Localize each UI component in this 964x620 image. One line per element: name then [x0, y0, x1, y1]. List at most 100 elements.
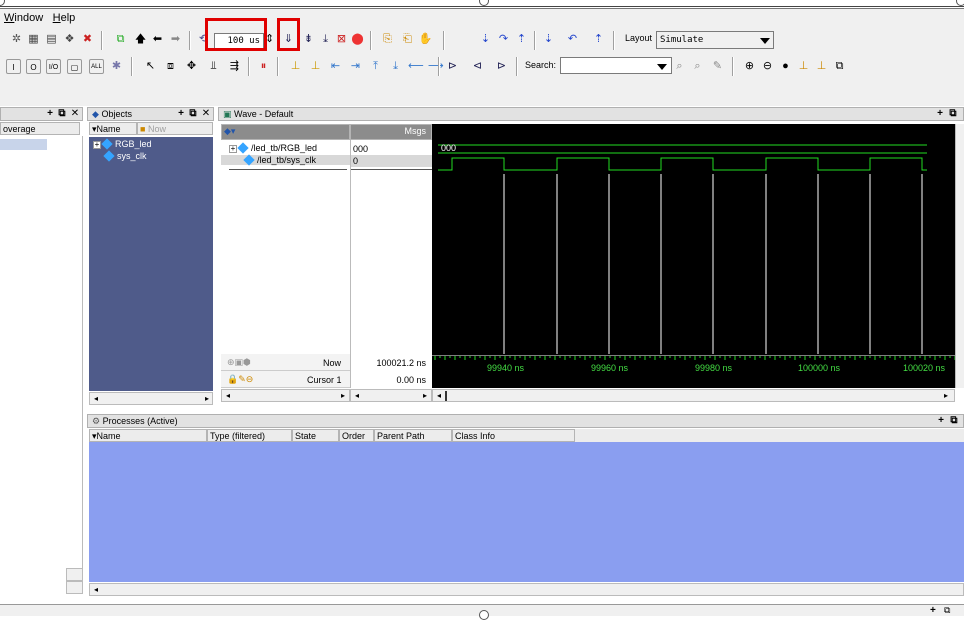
now-icons[interactable]: ⊕▣⬢	[227, 357, 251, 368]
step-into-icon[interactable]: ⇣	[478, 32, 493, 47]
objects-now-column-header[interactable]: ■ Now	[137, 122, 213, 135]
wave-canvas[interactable]: 000	[432, 140, 955, 354]
search-input[interactable]	[560, 57, 672, 74]
inout-port-icon[interactable]: I/O	[46, 59, 61, 74]
wave-msgs-header[interactable]: Msgs	[350, 124, 432, 140]
dataflow-icon[interactable]: ▦	[26, 32, 41, 47]
zoom-out-icon[interactable]: ⊖	[760, 59, 775, 74]
scroll-right-icon[interactable]: ▸	[202, 394, 212, 404]
step-back-icon[interactable]: ⇣	[541, 32, 556, 47]
prev-transition-icon[interactable]: ⤒	[368, 59, 383, 74]
bottom-pane-dock-icon[interactable]: +	[930, 605, 936, 616]
processes-pane-undock-icon[interactable]: ⧉	[949, 415, 959, 427]
internal-signal-icon[interactable]: ▢	[67, 59, 82, 74]
break-icon[interactable]: ⊠	[334, 32, 349, 47]
objects-hscroll[interactable]: ◂ ▸	[89, 392, 213, 405]
delta-icon[interactable]: ⊳	[494, 59, 509, 74]
objects-pane-dock-icon[interactable]: +	[176, 108, 186, 120]
coverage-column-header[interactable]: overage	[0, 122, 80, 135]
wave-vscroll[interactable]	[955, 124, 964, 388]
delete-cursor-icon[interactable]: ⊥	[308, 59, 323, 74]
wave-signal-sys-clk[interactable]: /led_tb/sys_clk	[221, 154, 350, 166]
processes-col-state[interactable]: State	[292, 429, 339, 442]
all-signals-icon[interactable]: ALL	[89, 59, 104, 74]
up-arrow-icon[interactable]: 🡅	[133, 32, 148, 47]
memory-icon[interactable]: ❖	[62, 32, 77, 47]
scroll-left-icon[interactable]: ◂	[223, 391, 233, 401]
scroll-right-icon[interactable]: ▸	[941, 391, 951, 401]
processes-col-type[interactable]: Type (filtered)	[207, 429, 292, 442]
collapse-time-icon[interactable]: ⊲	[470, 59, 485, 74]
edit-mode-icon[interactable]: ⫫	[206, 59, 221, 74]
wave-timeline[interactable]: 99940 ns 99960 ns 99980 ns 100000 ns 100…	[432, 354, 955, 388]
object-item-rgb-led[interactable]: + RGB_led	[93, 138, 152, 151]
compile-icon[interactable]: ⧉	[113, 32, 128, 47]
processes-col-name[interactable]: ▾Name	[89, 429, 207, 442]
step-over-arrow-icon[interactable]: ↷	[496, 32, 511, 47]
stop-icon[interactable]: ⬤	[350, 32, 365, 47]
resize-handle-top-right[interactable]	[956, 0, 964, 6]
prev-falling-icon[interactable]: ⟵	[408, 59, 424, 74]
scroll-thumb[interactable]	[445, 391, 447, 401]
pan-icon[interactable]: ✥	[184, 59, 199, 74]
wave-values-hscroll[interactable]: ◂ ▸	[350, 389, 432, 402]
wave-signal-rgb-led[interactable]: +/led_tb/RGB_led	[229, 142, 317, 154]
processes-col-class-info[interactable]: Class Info	[452, 429, 575, 442]
left-pane-selection[interactable]	[0, 139, 47, 150]
search-options-icon[interactable]: ✎	[710, 59, 725, 74]
step-icon[interactable]: ⎘	[380, 32, 395, 47]
forward-arrow-icon[interactable]: ➡	[168, 32, 183, 47]
menu-window[interactable]: Window	[0, 9, 46, 24]
cursor-lock-icon[interactable]: 🔒✎⊖	[227, 374, 253, 385]
wave-names-header[interactable]: ◆▾	[221, 124, 350, 140]
objects-name-column-header[interactable]: ▾Name	[89, 122, 137, 135]
wave-pane-dock-icon[interactable]: +	[935, 108, 945, 120]
next-falling-icon[interactable]: ⟶	[428, 59, 444, 74]
scroll-left-icon[interactable]: ◂	[91, 394, 101, 404]
search-next-icon[interactable]: ⌕	[690, 59, 705, 74]
left-pane-close-icon[interactable]: ✕	[70, 108, 80, 120]
zoom-between-cursors-icon[interactable]: ⊥	[814, 59, 829, 74]
processes-col-parent-path[interactable]: Parent Path	[374, 429, 452, 442]
objects-pane-undock-icon[interactable]: ⧉	[188, 108, 198, 120]
hand-icon[interactable]: ✋	[418, 32, 433, 47]
expand-time-icon[interactable]: ⊳	[445, 59, 460, 74]
wildcard-icon[interactable]: ✱	[109, 59, 124, 74]
scroll-right-icon[interactable]: ▸	[420, 391, 430, 401]
scroll-left-icon[interactable]: ◂	[434, 391, 444, 401]
scroll-left-icon[interactable]: ◂	[91, 585, 101, 595]
object-item-sys-clk[interactable]: sys_clk	[103, 150, 147, 163]
step-out-icon[interactable]: ⇡	[514, 32, 529, 47]
step-out-back-icon[interactable]: ⇡	[591, 32, 606, 47]
wave-names-hscroll[interactable]: ◂ ▸	[221, 389, 350, 402]
processes-pane-dock-icon[interactable]: +	[936, 415, 946, 427]
ascii-icon[interactable]: ✲	[9, 32, 24, 47]
processes-hscroll[interactable]: ◂	[89, 583, 964, 596]
back-arrow-icon[interactable]: ⬅	[150, 32, 165, 47]
input-port-icon[interactable]: I	[6, 59, 21, 74]
left-pane-undock-icon[interactable]: ⧉	[57, 108, 67, 120]
step-over-icon[interactable]: ⎗	[400, 32, 415, 47]
zoom-mode-icon[interactable]: ⧈	[163, 59, 178, 74]
output-port-icon[interactable]: O	[26, 59, 41, 74]
zoom-full-icon[interactable]: ●	[778, 59, 793, 74]
next-edge-icon[interactable]: ⇥	[348, 59, 363, 74]
scroll-right-icon[interactable]: ▸	[338, 391, 348, 401]
menu-help[interactable]: Help	[49, 9, 79, 24]
stretch-icon[interactable]: ⇶	[227, 59, 242, 74]
objects-pane-close-icon[interactable]: ✕	[201, 108, 211, 120]
zoom-cursor-icon[interactable]: ⊥	[796, 59, 811, 74]
left-pane-dock-icon[interactable]: +	[45, 108, 55, 120]
expand-icon[interactable]: +	[229, 145, 237, 153]
prev-edge-icon[interactable]: ⇤	[328, 59, 343, 74]
wave-pane-undock-icon[interactable]: ⧉	[948, 108, 958, 120]
zoom-last-icon[interactable]: ⧉	[832, 59, 847, 74]
search-dropdown-icon[interactable]	[657, 64, 667, 70]
layout-dropdown-icon[interactable]	[760, 38, 770, 44]
close-design-icon[interactable]: ✖	[80, 32, 95, 47]
processes-col-order[interactable]: Order	[339, 429, 374, 442]
select-pointer-icon[interactable]: ↖	[143, 59, 158, 74]
step-over-back-icon[interactable]: ↶	[565, 32, 580, 47]
layout-select[interactable]: Simulate	[656, 31, 774, 49]
expand-icon[interactable]: +	[93, 141, 101, 149]
